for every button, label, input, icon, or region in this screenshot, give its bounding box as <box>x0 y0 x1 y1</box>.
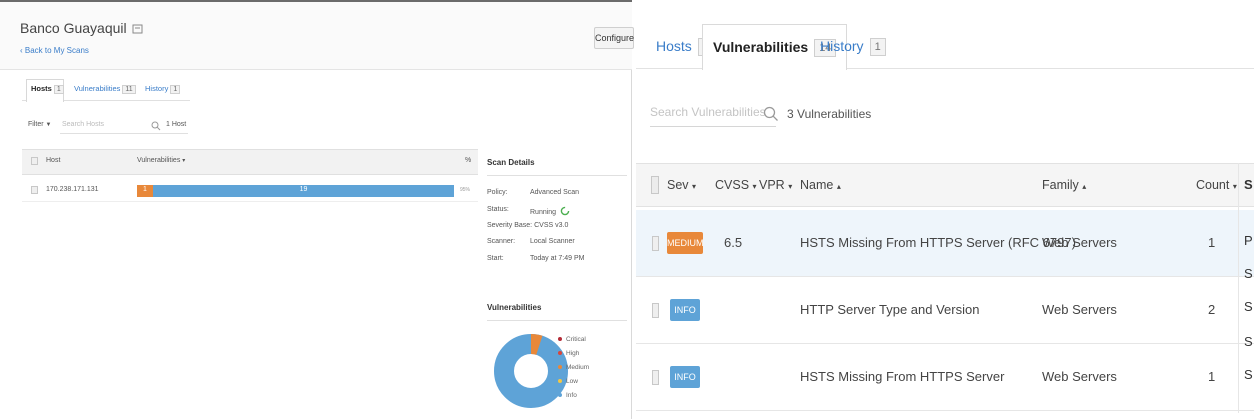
severity-badge: INFO <box>670 366 700 388</box>
vulnerability-family: Web Servers <box>1042 302 1117 317</box>
vulnerability-count: 3 Vulnerabilities <box>787 107 872 121</box>
cvss-score: 6.5 <box>724 235 743 250</box>
sort-caret-icon: ▾ <box>692 182 697 191</box>
column-percent: % <box>465 157 472 164</box>
scan-title: Banco Guayaquil <box>20 20 127 36</box>
legend-high: High <box>558 350 579 357</box>
medium-count: 1 <box>143 186 147 193</box>
sort-caret-icon: ▾ <box>752 182 757 191</box>
table-row[interactable]: MEDIUM 6.5 HSTS Missing From HTTPS Serve… <box>636 210 1254 277</box>
back-to-scans-link[interactable]: ‹ Back to My Scans <box>20 46 89 55</box>
column-vulnerabilities[interactable]: Vulnerabilities ▾ <box>137 157 185 164</box>
vulnerability-name[interactable]: HTTP Server Type and Version <box>800 302 979 317</box>
column-host[interactable]: Host <box>46 157 60 164</box>
detail-start-label: Start: <box>487 255 504 262</box>
select-all-checkbox[interactable] <box>651 176 659 194</box>
vulnerabilities-panel: Hosts1 Vulnerabilities14 History1 Search… <box>636 0 1254 419</box>
vulnerability-count: 1 <box>1208 235 1216 250</box>
legend-critical: Critical <box>558 336 586 343</box>
side-detail-fragment: P <box>1244 233 1253 248</box>
scan-results-panel: Banco Guayaquil ‹ Back to My Scans Confi… <box>0 0 634 419</box>
row-checkbox[interactable] <box>652 370 659 385</box>
sort-arrow-icon: ▴ <box>1082 182 1087 191</box>
vulnerability-count: 2 <box>1208 302 1216 317</box>
detail-scanner-label: Scanner: <box>487 238 516 245</box>
side-detail-fragment: S <box>1244 299 1253 314</box>
host-percent: 95% <box>460 187 471 193</box>
table-row[interactable]: INFO HSTS Missing From HTTPS Server Web … <box>636 344 1254 411</box>
side-panel-heading-fragment: S <box>1244 177 1253 192</box>
caret-down-icon: ▼ <box>45 122 52 128</box>
legend-low: Low <box>558 378 578 385</box>
side-detail-fragment: S <box>1244 266 1253 281</box>
detail-status-label: Status: <box>487 206 509 213</box>
search-icon[interactable] <box>763 106 779 122</box>
sort-caret-icon: ▾ <box>182 158 186 164</box>
detail-policy-value: Advanced Scan <box>530 189 580 196</box>
search-icon[interactable] <box>151 121 161 131</box>
vulnerability-count: 1 <box>1208 369 1216 384</box>
column-name[interactable]: Name ▴ <box>800 164 841 208</box>
tab-history[interactable]: History 1 <box>145 84 181 94</box>
column-family[interactable]: Family ▴ <box>1042 164 1086 208</box>
host-count: 1 Host <box>166 121 187 128</box>
column-count[interactable]: Count ▾ <box>1196 164 1237 208</box>
detail-status-value: Running <box>530 206 570 216</box>
detail-scanner-value: Local Scanner <box>530 238 575 245</box>
sort-arrow-icon: ▴ <box>836 182 841 191</box>
vulnerabilities-chart-title: Vulnerabilities <box>487 303 542 312</box>
sort-caret-icon: ▾ <box>788 182 793 191</box>
scan-header: Banco Guayaquil ‹ Back to My Scans Confi… <box>0 0 634 70</box>
legend-medium: Medium <box>558 364 589 371</box>
host-search-input[interactable]: Search Hosts <box>62 121 104 128</box>
vulnerability-name[interactable]: HSTS Missing From HTTPS Server (RFC 6797… <box>800 235 1076 250</box>
hosts-table-header <box>22 149 478 175</box>
scan-details-title: Scan Details <box>487 158 535 167</box>
side-detail-fragment: S <box>1244 334 1253 349</box>
configure-button[interactable]: Configure <box>594 27 634 49</box>
detail-policy-label: Policy: <box>487 189 508 196</box>
sort-caret-icon: ▾ <box>1232 182 1237 191</box>
severity-badge: MEDIUM <box>667 232 704 254</box>
vulnerability-family: Web Servers <box>1042 235 1117 250</box>
row-checkbox[interactable] <box>652 236 659 251</box>
severity-badge: INFO <box>670 299 700 321</box>
detail-start-value: Today at 7:49 PM <box>530 255 585 262</box>
vulnerability-family: Web Servers <box>1042 369 1117 384</box>
vulnerability-name[interactable]: HSTS Missing From HTTPS Server <box>800 369 1004 384</box>
select-all-checkbox[interactable] <box>31 157 38 165</box>
detail-severity-base: Severity Base: CVSS v3.0 <box>487 222 569 229</box>
row-checkbox[interactable] <box>31 186 38 194</box>
vulnerabilities-table-header: Sev ▾ CVSS ▾ VPR ▾ Name ▴ Family ▴ Count… <box>636 163 1254 207</box>
column-cvss[interactable]: CVSS ▾ <box>715 164 757 208</box>
row-checkbox[interactable] <box>652 303 659 318</box>
filter-button[interactable]: Filter ▼ <box>28 121 51 128</box>
edit-icon[interactable] <box>132 24 143 34</box>
vulnerability-search-input[interactable]: Search Vulnerabilities <box>650 105 776 127</box>
tab-history[interactable]: History 1 <box>810 24 896 68</box>
running-spinner-icon <box>560 206 570 216</box>
host-ip[interactable]: 170.238.171.131 <box>46 186 99 193</box>
table-row[interactable]: INFO HTTP Server Type and Version Web Se… <box>636 277 1254 344</box>
column-vpr[interactable]: VPR ▾ <box>759 164 792 208</box>
side-detail-fragment: S <box>1244 367 1253 382</box>
tab-hosts[interactable]: Hosts1 <box>31 84 64 94</box>
severity-bar[interactable]: 1 19 <box>137 185 454 197</box>
info-count: 19 <box>299 186 308 193</box>
column-sev[interactable]: Sev ▾ <box>667 164 696 208</box>
tab-vulnerabilities[interactable]: Vulnerabilities 11 <box>74 84 136 94</box>
legend-info: Info <box>558 392 577 399</box>
